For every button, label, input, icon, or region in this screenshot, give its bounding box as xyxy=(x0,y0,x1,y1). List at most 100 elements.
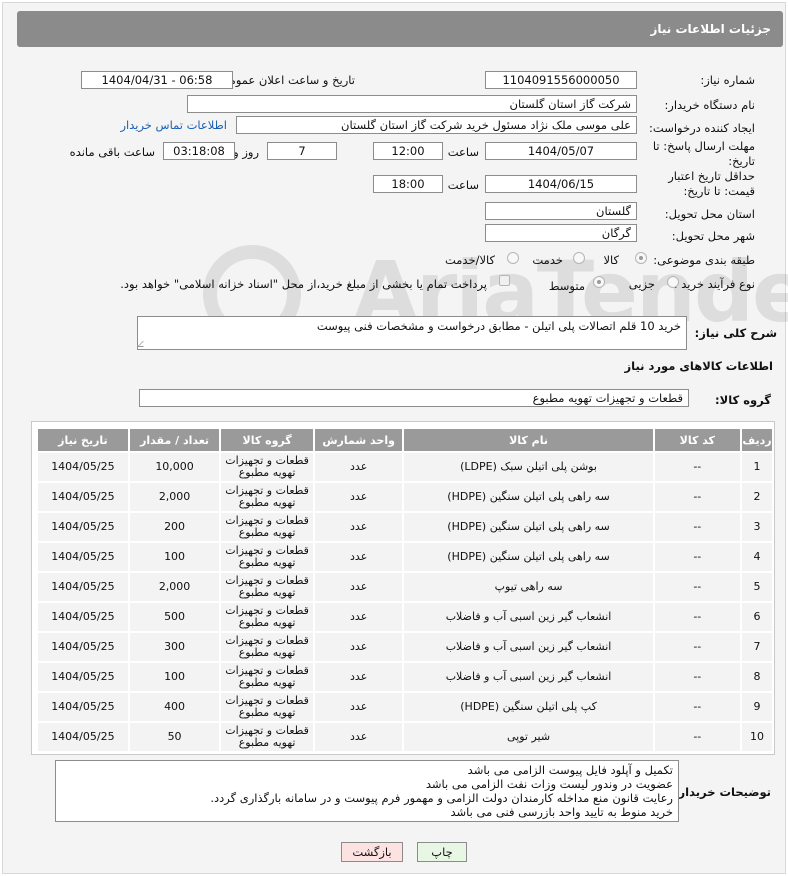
province-field[interactable]: گلستان xyxy=(485,202,637,220)
creator-field[interactable]: علی موسی ملک نژاد مسئول خرید شرکت گاز اس… xyxy=(236,116,637,134)
category-radio-service[interactable] xyxy=(573,252,585,264)
creator-label: ایجاد کننده درخواست: xyxy=(649,121,755,135)
treasury-payment-checkbox[interactable] xyxy=(499,275,510,286)
cell-row-number: 8 xyxy=(742,663,772,691)
cell-goods-code: -- xyxy=(654,543,741,571)
cell-unit: عدد xyxy=(314,723,403,751)
days-field[interactable]: 7 xyxy=(267,142,337,160)
table-row: 1 -- بوشن پلی اتیلن سبک (LDPE) عدد قطعات و ت… xyxy=(38,453,772,481)
section-header: جزئیات اطلاعات نیاز xyxy=(17,11,783,47)
cell-goods-code: -- xyxy=(654,663,741,691)
cell-goods-code: -- xyxy=(654,453,741,481)
process-option-minor: جزیی xyxy=(628,277,655,291)
cell-need-date: 1404/05/25 xyxy=(38,513,128,541)
cell-row-number: 5 xyxy=(742,573,772,601)
city-label: شهر محل تحویل: xyxy=(671,229,755,243)
cell-need-date: 1404/05/25 xyxy=(38,603,128,631)
price-time-label: ساعت xyxy=(447,178,479,192)
reply-time-field[interactable]: 12:00 xyxy=(373,142,443,160)
table-row: 5 -- سه راهی تیوپ عدد قطعات و تجهیزات تهویه … xyxy=(38,573,772,601)
buyer-note-line: خرید منوط به تایید واحد بازرسی فنی می با… xyxy=(450,805,673,819)
cell-goods-code: -- xyxy=(654,573,741,601)
process-radio-medium[interactable] xyxy=(593,276,605,288)
contact-info-link[interactable]: اطلاعات تماس خریدار xyxy=(120,118,227,132)
province-label: استان محل تحویل: xyxy=(664,207,755,221)
days-label: روز و xyxy=(233,145,259,159)
category-radio-goods[interactable] xyxy=(635,252,647,264)
cell-goods-group: قطعات و تجهیزات تهویه مطبوع xyxy=(221,573,313,601)
details-panel: جزئیات اطلاعات نیاز AriaTender.net شماره… xyxy=(2,2,788,874)
reply-deadline-label: مهلت ارسال پاسخ: تا تاریخ: xyxy=(652,139,755,168)
buyer-note-line: تکمیل و آپلود فایل پیوست الزامی می باشد xyxy=(467,763,673,777)
table-row: 6 -- انشعاب گیر زین اسبی آب و فاضلاب عدد قطع… xyxy=(38,603,772,631)
cell-goods-group: قطعات و تجهیزات تهویه مطبوع xyxy=(221,453,313,481)
category-radio-goods-service[interactable] xyxy=(507,252,519,264)
category-option-goods-service: کالا/خدمت xyxy=(444,253,495,267)
buyer-notes-textarea[interactable]: تکمیل و آپلود فایل پیوست الزامی می باشد … xyxy=(55,760,679,822)
treasury-payment-note: پرداخت تمام یا بخشی از مبلغ خرید،از محل … xyxy=(120,277,487,291)
col-goods-name: نام کالا xyxy=(404,429,653,451)
cell-goods-group: قطعات و تجهیزات تهویه مطبوع xyxy=(221,543,313,571)
cell-goods-group: قطعات و تجهیزات تهویه مطبوع xyxy=(221,513,313,541)
cell-need-date: 1404/05/25 xyxy=(38,573,128,601)
price-time-field[interactable]: 18:00 xyxy=(373,175,443,193)
cell-goods-code: -- xyxy=(654,513,741,541)
cell-quantity: 2,000 xyxy=(129,483,220,511)
cell-goods-code: -- xyxy=(654,483,741,511)
cell-row-number: 2 xyxy=(742,483,772,511)
cell-unit: عدد xyxy=(314,513,403,541)
remaining-time-field[interactable]: 03:18:08 xyxy=(163,142,235,160)
description-textarea[interactable]: خرید 10 قلم اتصالات پلی اتیلن - مطابق در… xyxy=(137,316,687,350)
reply-time-label: ساعت xyxy=(447,145,479,159)
cell-row-number: 6 xyxy=(742,603,772,631)
cell-need-date: 1404/05/25 xyxy=(38,633,128,661)
category-label: طبقه بندی موضوعی: xyxy=(653,253,755,267)
col-row-number: ردیف xyxy=(742,429,772,451)
announce-field[interactable]: 1404/04/31 - 06:58 xyxy=(81,71,233,89)
cell-row-number: 7 xyxy=(742,633,772,661)
table-row: 8 -- انشعاب گیر زین اسبی آب و فاضلاب عدد قطع… xyxy=(38,663,772,691)
need-number-field[interactable]: 1104091556000050 xyxy=(485,71,637,89)
goods-table-container: ردیف کد کالا نام کالا واحد شمارش گروه کا… xyxy=(31,421,775,755)
description-text: خرید 10 قلم اتصالات پلی اتیلن - مطابق در… xyxy=(316,319,681,333)
col-unit: واحد شمارش xyxy=(314,429,403,451)
cell-goods-group: قطعات و تجهیزات تهویه مطبوع xyxy=(221,663,313,691)
cell-goods-name: بوشن پلی اتیلن سبک (LDPE) xyxy=(404,453,653,481)
goods-table: ردیف کد کالا نام کالا واحد شمارش گروه کا… xyxy=(36,427,774,753)
cell-goods-group: قطعات و تجهیزات تهویه مطبوع xyxy=(221,603,313,631)
resize-grip-icon[interactable] xyxy=(137,341,149,347)
col-goods-group: گروه کالا xyxy=(221,429,313,451)
cell-row-number: 1 xyxy=(742,453,772,481)
city-field[interactable]: گرگان xyxy=(485,224,637,242)
cell-quantity: 200 xyxy=(129,513,220,541)
section-title: جزئیات اطلاعات نیاز xyxy=(650,22,771,36)
buyer-note-line: رعایت قانون منع مداخله کارمندان دولت الز… xyxy=(210,791,673,805)
cell-row-number: 3 xyxy=(742,513,772,541)
col-need-date: تاریخ نیاز xyxy=(38,429,128,451)
buyer-org-field[interactable]: شرکت گاز استان گلستان xyxy=(187,95,637,113)
cell-row-number: 10 xyxy=(742,723,772,751)
cell-goods-name: انشعاب گیر زین اسبی آب و فاضلاب xyxy=(404,603,653,631)
table-row: 4 -- سه راهی پلی اتیلن سنگین (HDPE) عدد قطعا… xyxy=(38,543,772,571)
table-row: 7 -- انشعاب گیر زین اسبی آب و فاضلاب عدد قطع… xyxy=(38,633,772,661)
process-radio-minor[interactable] xyxy=(667,276,679,288)
cell-goods-group: قطعات و تجهیزات تهویه مطبوع xyxy=(221,723,313,751)
reply-date-field[interactable]: 1404/05/07 xyxy=(485,142,637,160)
cell-quantity: 500 xyxy=(129,603,220,631)
back-button[interactable]: بازگشت xyxy=(341,842,403,862)
cell-goods-group: قطعات و تجهیزات تهویه مطبوع xyxy=(221,693,313,721)
remaining-time-label: ساعت باقی مانده xyxy=(69,145,155,159)
price-date-field[interactable]: 1404/06/15 xyxy=(485,175,637,193)
cell-need-date: 1404/05/25 xyxy=(38,483,128,511)
goods-group-field[interactable]: قطعات و تجهیزات تهویه مطبوع xyxy=(139,389,689,407)
cell-unit: عدد xyxy=(314,603,403,631)
cell-quantity: 100 xyxy=(129,543,220,571)
table-row: 10 -- شیر توپی عدد قطعات و تجهیزات تهویه مطب… xyxy=(38,723,772,751)
cell-quantity: 50 xyxy=(129,723,220,751)
cell-goods-code: -- xyxy=(654,693,741,721)
need-number-label: شماره نیاز: xyxy=(700,73,755,87)
cell-quantity: 300 xyxy=(129,633,220,661)
print-button[interactable]: چاپ xyxy=(417,842,467,862)
cell-goods-name: انشعاب گیر زین اسبی آب و فاضلاب xyxy=(404,663,653,691)
cell-unit: عدد xyxy=(314,483,403,511)
